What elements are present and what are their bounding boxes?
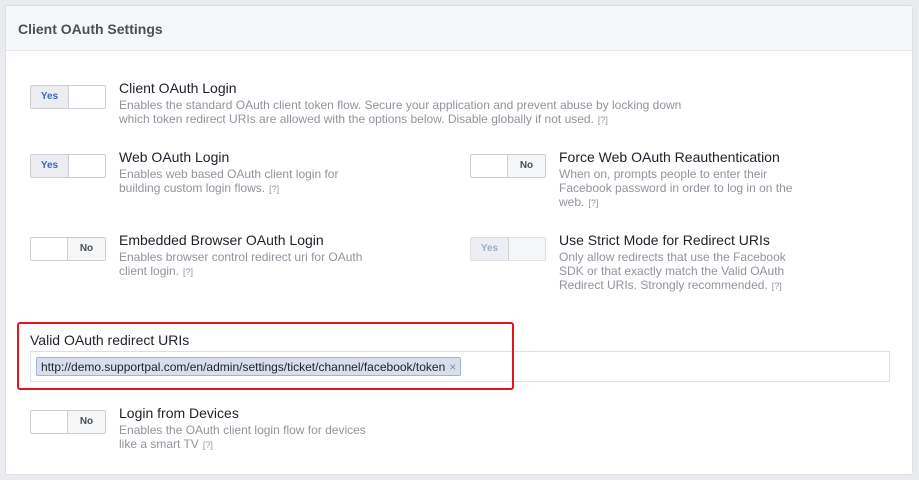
- description-text: Enables the standard OAuth client token …: [119, 98, 682, 126]
- toggle-state: Yes: [471, 238, 509, 260]
- force-web-oauth-reauth-description: When on, prompts people to enter their F…: [559, 167, 804, 210]
- help-link[interactable]: [?]: [772, 281, 782, 291]
- redirect-uris-label: Valid OAuth redirect URIs: [30, 332, 190, 348]
- description-text: Only allow redirects that use the Facebo…: [559, 250, 786, 292]
- strict-mode-redirect-uris-toggle: Yes: [470, 237, 546, 261]
- help-link[interactable]: [?]: [598, 115, 608, 125]
- login-from-devices-description: Enables the OAuth client login flow for …: [119, 423, 369, 452]
- redirect-uris-input[interactable]: http://demo.supportpal.com/en/admin/sett…: [30, 351, 890, 382]
- embedded-browser-oauth-login-title: Embedded Browser OAuth Login: [119, 232, 324, 248]
- force-web-oauth-reauth-title: Force Web OAuth Reauthentication: [559, 149, 780, 165]
- redirect-uri-value: http://demo.supportpal.com/en/admin/sett…: [41, 360, 446, 374]
- toggle-state: No: [67, 411, 105, 433]
- login-from-devices-toggle[interactable]: No: [30, 410, 106, 434]
- description-text: Enables browser control redirect uri for…: [119, 250, 363, 278]
- strict-mode-redirect-uris-description: Only allow redirects that use the Facebo…: [559, 250, 804, 293]
- section-title: Client OAuth Settings: [18, 21, 163, 37]
- web-oauth-login-toggle[interactable]: Yes: [30, 154, 106, 178]
- strict-mode-redirect-uris-title: Use Strict Mode for Redirect URIs: [559, 232, 770, 248]
- force-web-oauth-reauth-toggle[interactable]: No: [470, 154, 546, 178]
- help-link[interactable]: [?]: [183, 267, 193, 277]
- remove-uri-icon[interactable]: ×: [449, 360, 456, 374]
- toggle-state: Yes: [31, 86, 69, 108]
- redirect-uri-chip: http://demo.supportpal.com/en/admin/sett…: [36, 357, 462, 376]
- client-oauth-settings-card: Client OAuth Settings Yes Client OAuth L…: [5, 5, 913, 475]
- card-header: Client OAuth Settings: [6, 6, 912, 51]
- web-oauth-login-description: Enables web based OAuth client login for…: [119, 167, 369, 196]
- login-from-devices-title: Login from Devices: [119, 405, 239, 421]
- client-oauth-login-description: Enables the standard OAuth client token …: [119, 98, 699, 127]
- help-link[interactable]: [?]: [588, 198, 598, 208]
- web-oauth-login-title: Web OAuth Login: [119, 149, 230, 165]
- embedded-browser-oauth-login-description: Enables browser control redirect uri for…: [119, 250, 369, 279]
- help-link[interactable]: [?]: [203, 440, 213, 450]
- help-link[interactable]: [?]: [269, 184, 279, 194]
- embedded-browser-oauth-login-toggle[interactable]: No: [30, 237, 106, 261]
- toggle-state: Yes: [31, 155, 69, 177]
- description-text: Enables web based OAuth client login for…: [119, 167, 339, 195]
- toggle-state: No: [67, 238, 105, 260]
- client-oauth-login-toggle[interactable]: Yes: [30, 85, 106, 109]
- toggle-state: No: [507, 155, 545, 177]
- client-oauth-login-title: Client OAuth Login: [119, 80, 237, 96]
- description-text: Enables the OAuth client login flow for …: [119, 423, 366, 451]
